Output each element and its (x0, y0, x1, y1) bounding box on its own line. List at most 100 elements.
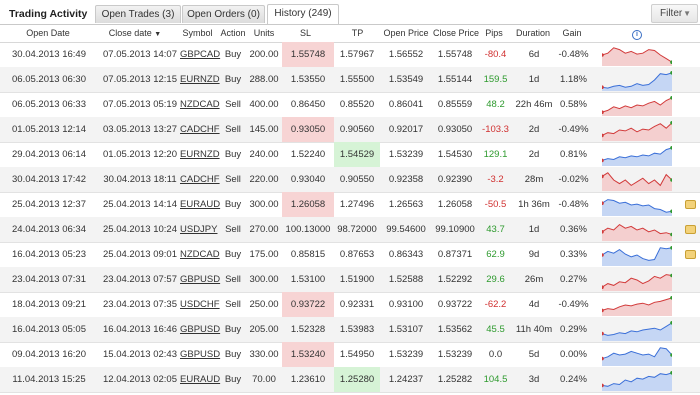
tab-history[interactable]: History (249) (267, 4, 339, 24)
price-sparkline[interactable] (602, 194, 672, 216)
price-sparkline[interactable] (602, 169, 672, 191)
price-sparkline[interactable] (602, 219, 672, 241)
table-row[interactable]: 30.04.2013 17:42 30.04.2013 18:11 CADCHF Se… (0, 167, 700, 193)
table-row[interactable]: 11.04.2013 15:25 12.04.2013 02:05 EURAUD Bu… (0, 367, 700, 393)
price-sparkline[interactable] (602, 94, 672, 116)
units-cell: 175.00 (249, 249, 279, 260)
table-row[interactable]: 16.04.2013 05:05 16.04.2013 16:46 GBPUSD Bu… (0, 317, 700, 343)
symbol-link[interactable]: EURNZD (180, 67, 220, 92)
symbol-link[interactable]: CADCHF (180, 117, 220, 142)
symbol-link[interactable]: EURAUD (180, 367, 220, 392)
close-date-cell: 25.04.2013 14:14 (103, 199, 177, 210)
tp-cell: 1.55500 (339, 74, 375, 85)
col-close-date[interactable]: Close date ▼ (100, 28, 170, 38)
pips-cell: 0.0 (488, 349, 503, 360)
filter-button[interactable]: Filter ▼ (651, 4, 698, 23)
col-symbol[interactable]: Symbol (180, 28, 215, 38)
sl-cell: 1.55748 (282, 42, 334, 67)
col-duration[interactable]: Duration (513, 28, 553, 38)
price-sparkline[interactable] (602, 294, 672, 316)
action-cell: Buy (224, 249, 242, 260)
pips-cell: -3.2 (487, 174, 504, 185)
symbol-link[interactable]: GBPUSD (180, 342, 220, 367)
price-sparkline[interactable] (602, 319, 672, 341)
col-pips[interactable]: Pips (480, 28, 508, 38)
col-action[interactable]: Action (219, 28, 247, 38)
price-sparkline[interactable] (602, 344, 672, 366)
open-price-cell: 0.86343 (388, 249, 424, 260)
table-row[interactable]: 24.04.2013 06:34 25.04.2013 10:24 USDJPY Se… (0, 217, 700, 243)
close-date-cell: 07.05.2013 12:15 (103, 74, 177, 85)
symbol-link[interactable]: GBPCAD (180, 42, 220, 67)
sl-cell: 1.53240 (282, 342, 334, 367)
col-open-price[interactable]: Open Price (382, 28, 430, 38)
price-sparkline[interactable] (602, 69, 672, 91)
open-price-cell: 1.53549 (388, 74, 424, 85)
open-date-cell: 16.04.2013 05:23 (12, 249, 86, 260)
tab-open-trades[interactable]: Open Trades (3) (95, 5, 181, 23)
pips-cell: -62.2 (484, 299, 507, 310)
price-sparkline[interactable] (602, 119, 672, 141)
symbol-link[interactable]: USDJPY (180, 217, 217, 242)
comment-icon[interactable] (685, 200, 696, 209)
price-sparkline[interactable] (602, 44, 672, 66)
table-row[interactable]: 09.04.2013 16:20 15.04.2013 02:43 GBPUSD Bu… (0, 342, 700, 368)
open-date-cell: 09.04.2013 16:20 (12, 349, 86, 360)
gain-cell: -0.48% (558, 199, 589, 210)
symbol-link[interactable]: GBPUSD (180, 317, 220, 342)
col-sl[interactable]: SL (282, 28, 329, 38)
table-row[interactable]: 16.04.2013 05:23 25.04.2013 09:01 NZDCAD Bu… (0, 242, 700, 268)
close-price-cell: 0.93722 (437, 299, 473, 310)
symbol-link[interactable]: GBPUSD (180, 267, 220, 292)
tp-cell: 0.85520 (339, 99, 375, 110)
col-close-price[interactable]: Close Price (433, 28, 479, 38)
sl-cell: 1.52240 (290, 149, 326, 160)
table-row[interactable]: 29.04.2013 06:14 01.05.2013 12:20 EURNZD Bu… (0, 142, 700, 168)
price-sparkline[interactable] (602, 244, 672, 266)
col-gain[interactable]: Gain (558, 28, 586, 38)
open-date-cell: 29.04.2013 06:14 (12, 149, 86, 160)
col-tp[interactable]: TP (335, 28, 380, 38)
symbol-link[interactable]: EURAUD (180, 192, 220, 217)
duration-cell: 11h 40m (515, 324, 553, 335)
col-units[interactable]: Units (250, 28, 278, 38)
close-date-cell: 07.05.2013 14:07 (103, 49, 177, 60)
table-row[interactable]: 06.05.2013 06:30 07.05.2013 12:15 EURNZD Bu… (0, 67, 700, 93)
price-sparkline[interactable] (602, 269, 672, 291)
price-sparkline[interactable] (602, 369, 672, 391)
pips-cell: 129.1 (483, 149, 508, 160)
sl-cell: 1.26058 (282, 192, 334, 217)
pips-cell: 45.5 (486, 324, 505, 335)
tab-open-orders[interactable]: Open Orders (0) (182, 5, 265, 23)
duration-cell: 2d (528, 149, 540, 160)
comment-icon[interactable] (685, 250, 696, 259)
tp-cell: 1.57967 (339, 49, 375, 60)
info-icon[interactable]: i (632, 30, 642, 40)
table-row[interactable]: 23.04.2013 07:31 23.04.2013 07:57 GBPUSD Se… (0, 267, 700, 293)
table-row[interactable]: 01.05.2013 12:14 03.05.2013 13:27 CADCHF Se… (0, 117, 700, 143)
symbol-link[interactable]: NZDCAD (180, 242, 220, 267)
price-sparkline[interactable] (602, 144, 672, 166)
open-price-cell: 0.86041 (388, 99, 424, 110)
gain-cell: 0.36% (560, 224, 587, 235)
symbol-link[interactable]: USDCHF (180, 292, 220, 317)
comment-icon[interactable] (685, 225, 696, 234)
close-price-cell: 1.52292 (437, 274, 473, 285)
close-date-cell: 30.04.2013 18:11 (103, 174, 177, 185)
col-open-date[interactable]: Open Date (18, 28, 78, 38)
sl-cell: 1.52328 (290, 324, 326, 335)
table-row[interactable]: 18.04.2013 09:21 23.04.2013 07:35 USDCHF Se… (0, 292, 700, 318)
symbol-link[interactable]: NZDCAD (180, 92, 220, 117)
table-row[interactable]: 06.05.2013 06:33 07.05.2013 05:19 NZDCAD Se… (0, 92, 700, 118)
table-row[interactable]: 30.04.2013 16:49 07.05.2013 14:07 GBPCAD Bu… (0, 42, 700, 68)
sl-cell: 0.93722 (282, 292, 334, 317)
symbol-link[interactable]: CADCHF (180, 167, 220, 192)
close-date-cell: 01.05.2013 12:20 (103, 149, 177, 160)
symbol-link[interactable]: EURNZD (180, 142, 220, 167)
table-row[interactable]: 25.04.2013 12:37 25.04.2013 14:14 EURAUD Bu… (0, 192, 700, 218)
gain-cell: -0.49% (558, 124, 589, 135)
close-price-cell: 1.53239 (437, 349, 473, 360)
close-price-cell: 0.87371 (437, 249, 473, 260)
open-date-cell: 30.04.2013 17:42 (12, 174, 86, 185)
duration-cell: 22h 46m (515, 99, 553, 110)
